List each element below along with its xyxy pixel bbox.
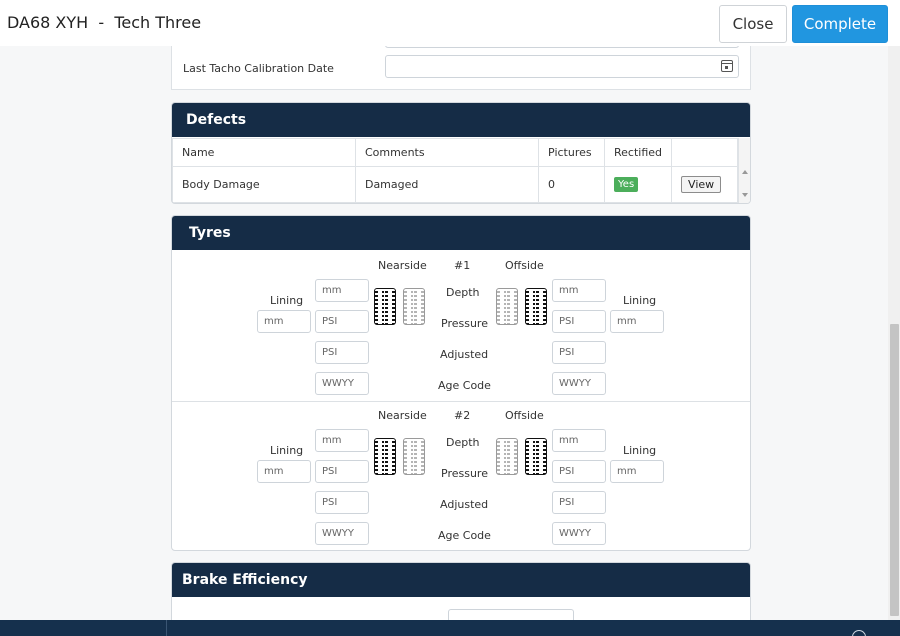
tacho-calibration-label: Last Tacho Calibration Date	[183, 62, 334, 75]
bottom-bar-divider	[166, 620, 167, 636]
offside-pressure-input[interactable]	[552, 460, 606, 483]
brake-field-input[interactable]	[448, 609, 574, 620]
scroll-down-arrow-icon[interactable]	[742, 193, 748, 197]
depth-label: Depth	[446, 436, 480, 449]
defects-table-scrollbar[interactable]	[738, 138, 750, 203]
defects-table: Name Comments Pictures Rectified Body Da…	[172, 138, 738, 203]
offside-pressure-input[interactable]	[552, 310, 606, 333]
adjusted-label: Adjusted	[440, 348, 489, 361]
offside-lining-label: Lining	[623, 294, 657, 307]
axle-2: Nearside #2 Offside Lining Depth Pressur…	[172, 401, 750, 550]
defects-panel: Defects Name Comments Pictures Rectified…	[171, 102, 751, 204]
page-scrollbar[interactable]	[888, 46, 900, 620]
adjusted-label: Adjusted	[440, 498, 489, 511]
column-header-comments: Comments	[354, 138, 540, 167]
column-header-actions	[671, 138, 738, 167]
offside-adjusted-input[interactable]	[552, 341, 606, 364]
nearside-age-code-input[interactable]	[315, 522, 369, 545]
defect-pictures: 0	[538, 166, 606, 203]
tyre-icon[interactable]	[374, 438, 396, 475]
axle-1: Nearside #1 Offside Lining Depth Pressur…	[172, 251, 750, 401]
offside-lining-input[interactable]	[610, 310, 664, 333]
offside-depth-input[interactable]	[552, 429, 606, 452]
axle-number: #2	[454, 409, 471, 422]
pressure-label: Pressure	[441, 467, 488, 480]
offside-adjusted-input[interactable]	[552, 491, 606, 514]
defects-title: Defects	[172, 103, 750, 137]
depth-label: Depth	[446, 286, 480, 299]
offside-age-code-input[interactable]	[552, 372, 606, 395]
complete-button[interactable]: Complete	[792, 5, 888, 43]
tyre-icon[interactable]	[403, 288, 425, 325]
column-header-pictures: Pictures	[538, 138, 606, 167]
view-defect-button[interactable]: View	[681, 176, 722, 193]
tyres-title: Tyres	[172, 216, 750, 250]
brake-efficiency-panel: Brake Efficiency	[171, 562, 751, 620]
tyres-panel: Tyres Nearside #1 Offside Lining Depth P…	[171, 215, 751, 551]
nearside-lining-input[interactable]	[257, 310, 311, 333]
nearside-pressure-input[interactable]	[315, 460, 369, 483]
nearside-label: Nearside	[378, 409, 427, 422]
tyre-icon[interactable]	[525, 438, 547, 475]
table-row: Body Damage Damaged 0 Yes View	[172, 166, 738, 203]
rectified-badge: Yes	[614, 177, 639, 192]
brake-efficiency-title: Brake Efficiency	[172, 563, 750, 597]
scroll-up-arrow-icon[interactable]	[742, 170, 748, 174]
offside-depth-input[interactable]	[552, 279, 606, 302]
nearside-adjusted-input[interactable]	[315, 491, 369, 514]
offside-lining-label: Lining	[623, 444, 657, 457]
nearside-depth-input[interactable]	[315, 279, 369, 302]
offside-lining-input[interactable]	[610, 460, 664, 483]
top-bar: DA68 XYH - Tech Three Close Complete	[0, 0, 900, 46]
column-header-rectified: Rectified	[604, 138, 673, 167]
age-code-label: Age Code	[438, 529, 491, 542]
defect-name: Body Damage	[172, 166, 356, 203]
nearside-pressure-input[interactable]	[315, 310, 369, 333]
bottom-bar	[0, 620, 900, 636]
pressure-label: Pressure	[441, 317, 488, 330]
help-icon[interactable]	[852, 630, 866, 636]
offside-age-code-input[interactable]	[552, 522, 606, 545]
nearside-age-code-input[interactable]	[315, 372, 369, 395]
content-area[interactable]: Last Tacho Calibration Date Defects Name…	[0, 46, 888, 620]
tyre-icon[interactable]	[525, 288, 547, 325]
tyre-icon[interactable]	[403, 438, 425, 475]
tacho-calibration-date-input[interactable]	[385, 55, 739, 78]
nearside-lining-input[interactable]	[257, 460, 311, 483]
defects-header-row: Name Comments Pictures Rectified	[172, 138, 738, 167]
page-title: DA68 XYH - Tech Three	[7, 13, 202, 32]
defect-comments: Damaged	[354, 166, 540, 203]
axle-number: #1	[454, 259, 471, 272]
nearside-depth-input[interactable]	[315, 429, 369, 452]
vehicle-details-form: Last Tacho Calibration Date	[171, 46, 751, 90]
tyre-icon[interactable]	[496, 288, 518, 325]
nearside-adjusted-input[interactable]	[315, 341, 369, 364]
previous-field-input[interactable]	[385, 46, 739, 48]
close-button[interactable]: Close	[719, 5, 787, 43]
scrollbar-thumb[interactable]	[890, 324, 899, 616]
nearside-lining-label: Lining	[270, 294, 304, 307]
offside-label: Offside	[505, 259, 544, 272]
offside-label: Offside	[505, 409, 544, 422]
age-code-label: Age Code	[438, 379, 491, 392]
nearside-lining-label: Lining	[270, 444, 304, 457]
calendar-icon[interactable]	[721, 60, 733, 72]
nearside-label: Nearside	[378, 259, 427, 272]
tyre-icon[interactable]	[496, 438, 518, 475]
defect-actions-cell: View	[671, 166, 738, 203]
defect-rectified-cell: Yes	[604, 166, 673, 203]
column-header-name: Name	[172, 138, 356, 167]
tyre-icon[interactable]	[374, 288, 396, 325]
